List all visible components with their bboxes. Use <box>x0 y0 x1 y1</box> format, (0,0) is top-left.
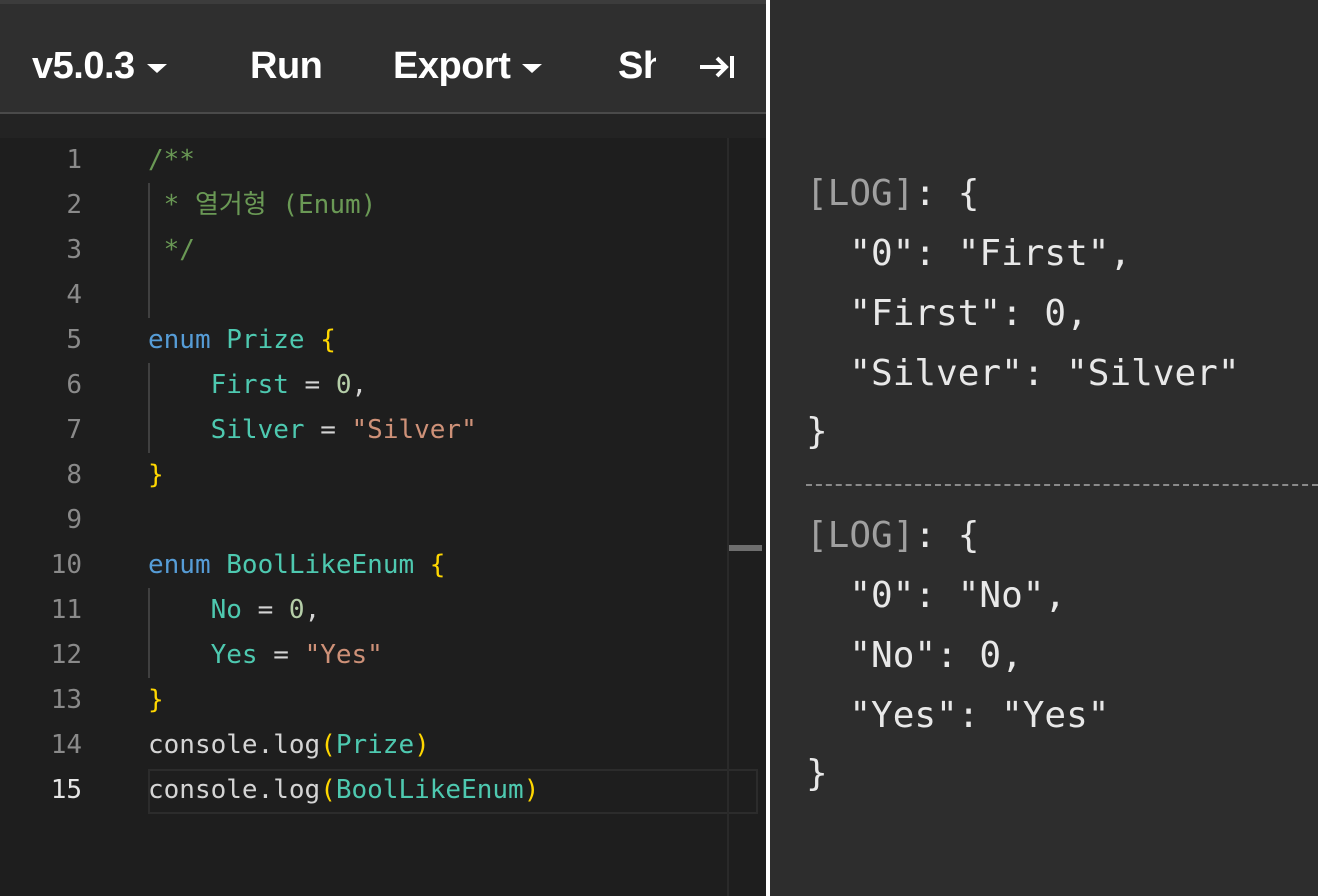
export-label: Export <box>393 44 511 87</box>
type-token: Prize <box>226 325 305 355</box>
log-line: "Yes": "Yes" <box>806 686 1109 746</box>
log-divider <box>806 484 1318 486</box>
log-entry: "First": 0, <box>849 293 1088 334</box>
keyword-token: enum <box>148 325 211 355</box>
string-token: "Yes" <box>304 640 383 670</box>
log-line: "No": 0, <box>806 626 1023 686</box>
arg-token: Prize <box>335 730 415 760</box>
code-line: Silver = "Silver" <box>210 415 477 445</box>
code-line: console.log(BoolLikeEnum) <box>148 775 540 805</box>
line-number: 4 <box>66 280 82 310</box>
version-dropdown[interactable]: v5.0.3 <box>32 42 167 90</box>
line-number: 3 <box>66 235 82 265</box>
editor-top-gap <box>0 114 766 138</box>
line-number-active: 15 <box>50 775 82 805</box>
minimap-divider <box>727 138 729 896</box>
log-tag: [LOG] <box>806 515 915 556</box>
log-entry: "No": 0, <box>849 635 1023 676</box>
member-token: Yes <box>210 640 258 670</box>
member-token: Silver <box>210 415 305 445</box>
string-token: "Silver" <box>351 415 477 445</box>
code-line: console.log(Prize) <box>148 730 430 760</box>
code-line: enum BoolLikeEnum { <box>148 550 446 580</box>
log-line: "0": "No", <box>806 566 1066 626</box>
chevron-down-icon <box>146 63 167 73</box>
number-token: 0 <box>335 370 352 400</box>
member-token: First <box>210 370 289 400</box>
log-line: } <box>806 753 828 794</box>
code-line: First = 0, <box>210 370 368 400</box>
code-content: /** * 열거형 (Enum) */ enum Prize { First =… <box>148 138 728 896</box>
log-line: [LOG]: { <box>806 515 980 556</box>
share-button[interactable]: Share <box>618 42 656 90</box>
code-line: No = 0, <box>210 595 321 625</box>
scrollbar-thumb[interactable] <box>729 545 762 551</box>
type-token: BoolLikeEnum <box>226 550 415 580</box>
log-entry: "0": "No", <box>849 575 1067 616</box>
arrow-right-to-bar-icon <box>700 56 734 78</box>
code-line: } <box>148 460 164 490</box>
log-entry: "Silver": "Silver" <box>849 353 1240 394</box>
member-token: No <box>210 595 242 625</box>
export-dropdown[interactable]: Export <box>393 42 543 90</box>
line-number: 2 <box>66 190 82 220</box>
log-line: "0": "First", <box>806 224 1131 284</box>
toolbar: v5.0.3 Run Export Share <box>0 4 766 112</box>
line-number: 11 <box>50 595 82 625</box>
code-editor[interactable]: 1 2 3 4 5 6 7 8 9 10 11 12 13 14 15 /** … <box>0 138 762 896</box>
line-number: 9 <box>66 505 82 535</box>
log-line: [LOG]: { <box>806 173 980 214</box>
code-line: } <box>148 685 164 715</box>
line-number: 14 <box>50 730 82 760</box>
output-pane: [LOG]: { "0": "First", "First": 0, "Silv… <box>770 0 1318 896</box>
share-label: Share <box>618 44 656 87</box>
line-number: 13 <box>50 685 82 715</box>
editor-pane: v5.0.3 Run Export Share 1 2 3 4 5 <box>0 0 766 896</box>
code-line: */ <box>148 235 195 265</box>
version-label: v5.0.3 <box>32 44 135 87</box>
log-line: "First": 0, <box>806 284 1088 344</box>
line-number: 8 <box>66 460 82 490</box>
run-button[interactable]: Run <box>250 42 323 90</box>
line-number: 5 <box>66 325 82 355</box>
line-number: 6 <box>66 370 82 400</box>
number-token: 0 <box>288 595 305 625</box>
code-line: * 열거형 (Enum) <box>148 190 377 220</box>
call-token: console.log <box>148 775 321 805</box>
log-entry: "0": "First", <box>849 233 1132 274</box>
code-line: /** <box>148 145 195 175</box>
arg-token: BoolLikeEnum <box>335 775 524 805</box>
keyword-token: enum <box>148 550 211 580</box>
log-line: "Silver": "Silver" <box>806 344 1240 404</box>
line-number: 1 <box>66 145 82 175</box>
line-number: 12 <box>50 640 82 670</box>
log-entry: "Yes": "Yes" <box>849 695 1110 736</box>
code-line: Yes = "Yes" <box>210 640 383 670</box>
call-token: console.log <box>148 730 321 760</box>
code-line: enum Prize { <box>148 325 336 355</box>
line-number: 7 <box>66 415 82 445</box>
run-label: Run <box>250 44 323 87</box>
line-number-gutter: 1 2 3 4 5 6 7 8 9 10 11 12 13 14 15 <box>0 138 100 896</box>
line-number: 10 <box>50 550 82 580</box>
log-line: } <box>806 411 828 452</box>
chevron-down-icon <box>522 63 543 73</box>
collapse-panel-button[interactable] <box>698 48 736 86</box>
log-tag: [LOG] <box>806 173 915 214</box>
